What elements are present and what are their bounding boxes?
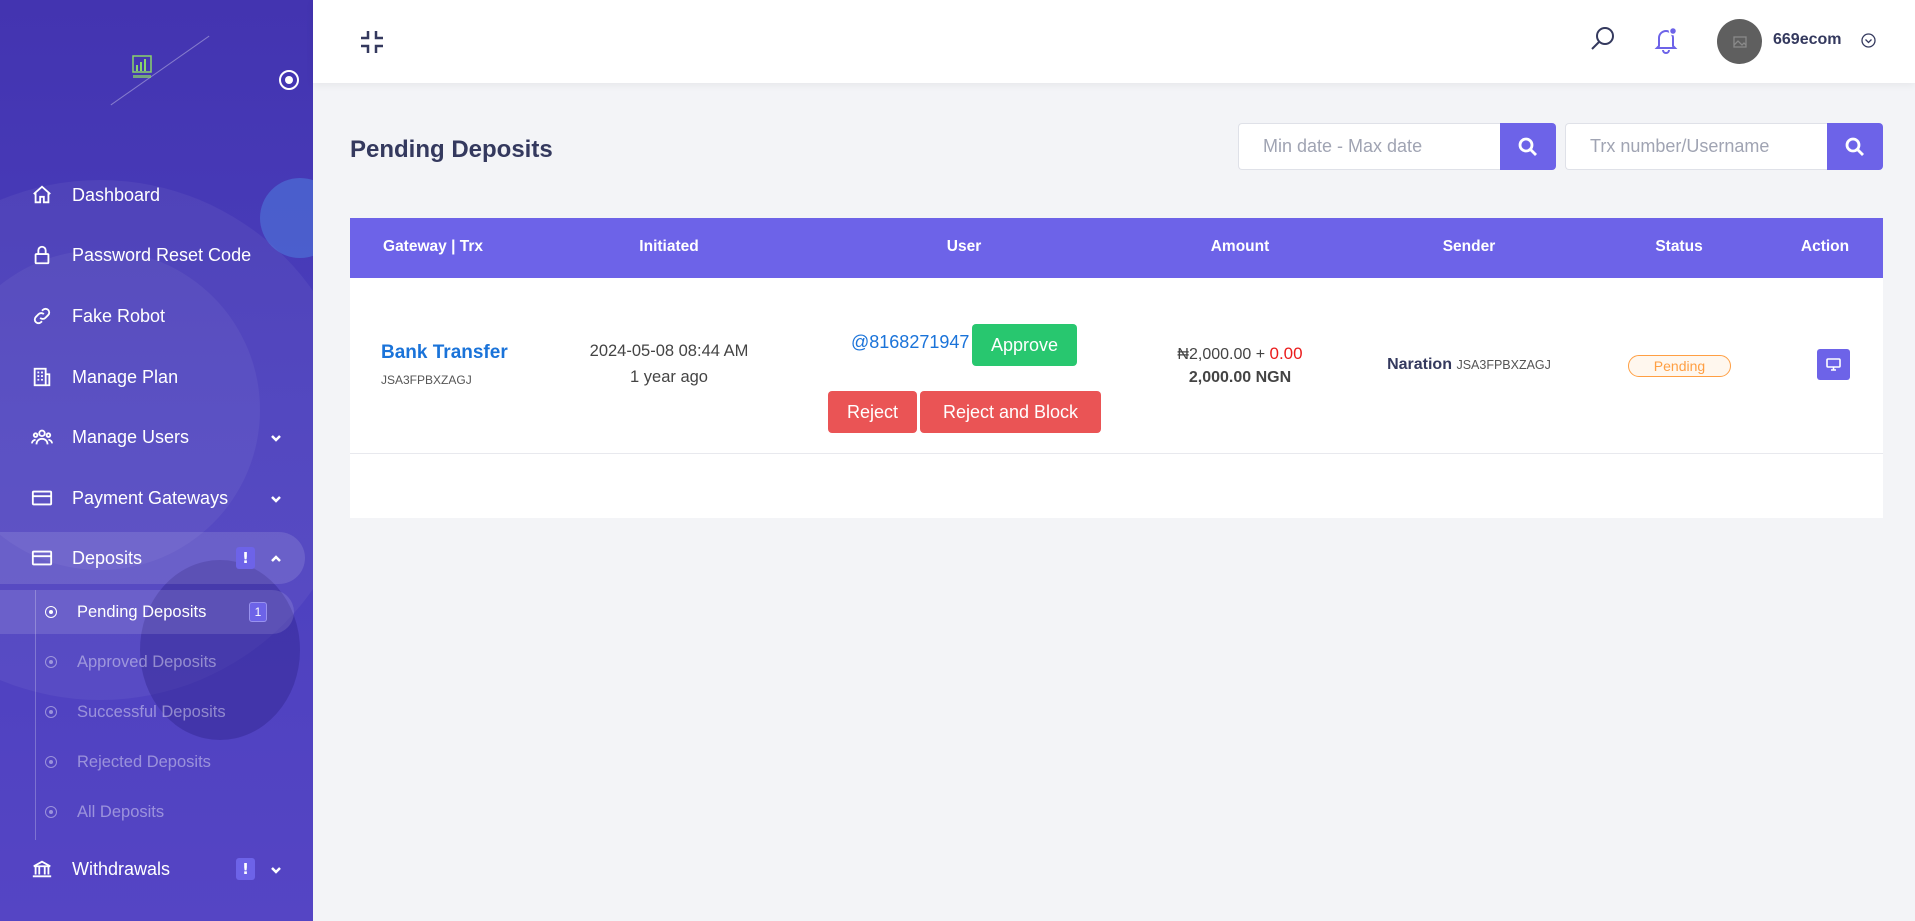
column-header-gateway: Gateway | Trx: [383, 238, 483, 255]
sidebar-item-manage-users[interactable]: Manage Users: [0, 412, 313, 462]
deposits-table: Gateway | Trx Initiated User Amount Send…: [350, 218, 1883, 518]
bank-icon: [30, 857, 54, 881]
search-icon[interactable]: [1589, 25, 1617, 53]
lock-icon: [30, 243, 54, 267]
sidebar-subitem-pending-deposits[interactable]: Pending Deposits 1: [0, 592, 300, 632]
sidebar-subitem-label: Rejected Deposits: [77, 752, 211, 771]
search-icon: [1845, 137, 1864, 156]
amount-base: ₦2,000.00 +: [1177, 346, 1270, 363]
trx-search-input[interactable]: [1565, 123, 1827, 170]
sidebar-item-dashboard[interactable]: Dashboard: [0, 170, 313, 220]
logo[interactable]: [131, 54, 153, 82]
circle-dot-icon: [45, 656, 57, 668]
column-header-sender: Sender: [1442, 238, 1496, 255]
desktop-icon: [1826, 358, 1841, 371]
column-header-status: Status: [1655, 238, 1703, 255]
sidebar-item-manage-plan[interactable]: Manage Plan: [0, 352, 313, 402]
sender-info: Naration JSA3FPBXZAGJ: [1387, 356, 1551, 374]
date-range-input[interactable]: [1238, 123, 1500, 170]
initiated-date: 2024-05-08 08:44 AM: [589, 342, 749, 360]
sidebar-item-password-reset[interactable]: Password Reset Code: [0, 230, 313, 280]
sidebar: Dashboard Password Reset Code Fake Robot…: [0, 0, 313, 921]
amount-charge: 0.00: [1269, 344, 1303, 363]
initiated-relative: 1 year ago: [630, 368, 708, 386]
link-icon: [30, 304, 54, 328]
sidebar-item-label: Fake Robot: [72, 305, 166, 326]
sidebar-item-label: Dashboard: [72, 184, 161, 205]
count-badge: 1: [249, 602, 267, 622]
sidebar-subitem-approved-deposits[interactable]: Approved Deposits: [0, 642, 300, 682]
bell-icon[interactable]: [1653, 26, 1679, 54]
date-search-button[interactable]: [1500, 123, 1556, 170]
sidebar-item-payment-gateways[interactable]: Payment Gateways: [0, 473, 313, 523]
sidebar-subitem-rejected-deposits[interactable]: Rejected Deposits: [0, 742, 300, 782]
sidebar-item-deposits[interactable]: Deposits !: [0, 533, 313, 583]
chevron-down-icon: [269, 491, 283, 505]
sidebar-item-label: Deposits: [72, 547, 143, 568]
topbar: 669ecom: [313, 0, 1915, 83]
circle-dot-icon: [45, 756, 57, 768]
avatar[interactable]: [1717, 19, 1762, 64]
reject-and-block-button[interactable]: Reject and Block: [920, 391, 1101, 433]
column-header-initiated: Initiated: [639, 238, 699, 255]
chevron-down-icon: [269, 430, 283, 444]
page-title: Pending Deposits: [350, 136, 553, 163]
sender-label: Naration: [1387, 356, 1452, 373]
sidebar-toggle-icon[interactable]: [279, 70, 299, 90]
amount-breakdown: ₦2,000.00 + 0.00: [1177, 344, 1302, 364]
sidebar-item-label: Manage Plan: [72, 366, 179, 387]
sender-reference: JSA3FPBXZAGJ: [1456, 358, 1551, 372]
trx-search: [1565, 123, 1883, 170]
username[interactable]: 669ecom: [1773, 31, 1842, 49]
sidebar-item-label: Payment Gateways: [72, 487, 229, 508]
users-icon: [30, 425, 54, 449]
reject-button[interactable]: Reject: [828, 391, 917, 433]
gateway-name: Bank Transfer: [381, 342, 508, 363]
sidebar-subitem-label: All Deposits: [77, 802, 165, 821]
column-header-user: User: [946, 238, 982, 255]
sidebar-subitem-successful-deposits[interactable]: Successful Deposits: [0, 692, 300, 732]
user-link[interactable]: @8168271947: [851, 332, 969, 353]
home-icon: [30, 183, 54, 207]
details-button[interactable]: [1817, 349, 1850, 380]
amount-total: 2,000.00 NGN: [1188, 369, 1292, 386]
sidebar-item-withdrawals[interactable]: Withdrawals !: [0, 844, 313, 894]
credit-card-icon: [30, 486, 54, 510]
status-badge: Pending: [1628, 355, 1731, 377]
sidebar-item-fake-robot[interactable]: Fake Robot: [0, 291, 313, 341]
trx-number: JSA3FPBXZAGJ: [381, 373, 472, 387]
compress-icon[interactable]: [359, 29, 385, 55]
column-header-action: Action: [1800, 238, 1850, 255]
chevron-up-icon: [269, 551, 283, 565]
alert-badge: !: [236, 547, 255, 569]
sidebar-item-label: Manage Users: [72, 426, 190, 447]
circle-dot-icon: [45, 806, 57, 818]
column-header-amount: Amount: [1210, 238, 1270, 255]
sidebar-item-label: Password Reset Code: [72, 244, 252, 265]
chevron-down-icon: [269, 862, 283, 876]
trx-search-button[interactable]: [1827, 123, 1883, 170]
search-icon: [1518, 137, 1537, 156]
credit-card-icon: [30, 546, 54, 570]
chevron-down-circle-icon[interactable]: [1861, 33, 1876, 48]
sidebar-subitem-label: Successful Deposits: [77, 702, 226, 721]
sidebar-subitem-all-deposits[interactable]: All Deposits: [0, 792, 300, 832]
building-icon: [30, 365, 54, 389]
sidebar-decoration: [110, 35, 210, 106]
date-filter: [1238, 123, 1556, 170]
table-header: Gateway | Trx Initiated User Amount Send…: [350, 218, 1883, 278]
sidebar-subitem-label: Pending Deposits: [77, 602, 207, 621]
sidebar-item-label: Withdrawals: [72, 858, 171, 879]
row-divider: [350, 453, 1883, 454]
approve-button[interactable]: Approve: [972, 324, 1077, 366]
alert-badge: !: [236, 858, 255, 880]
circle-dot-icon: [45, 606, 57, 618]
sidebar-subitem-label: Approved Deposits: [77, 652, 217, 671]
circle-dot-icon: [45, 706, 57, 718]
